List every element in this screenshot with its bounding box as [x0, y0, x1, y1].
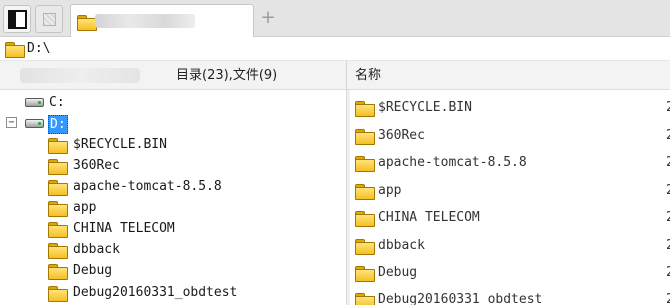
list-item-name: Debug20160331_obdtest	[378, 292, 543, 305]
sidebar-toggle-button[interactable]	[3, 5, 31, 33]
list-item-name: CHINA TELECOM	[378, 210, 480, 225]
folder-icon	[355, 211, 375, 227]
list-item-name: apache-tomcat-8.5.8	[378, 155, 527, 170]
drive-icon	[25, 98, 44, 107]
folder-icon	[48, 286, 68, 302]
list-item[interactable]: Debug 2	[350, 259, 670, 286]
list-item[interactable]: apache-tomcat-8.5.8 2	[350, 149, 670, 176]
file-list: $RECYCLE.BIN 2 360Rec 2 apache-tomcat-8.…	[350, 90, 670, 305]
list-item-name: $RECYCLE.BIN	[378, 100, 472, 115]
tree-item-label: Debug	[73, 263, 113, 278]
list-item[interactable]: 360Rec 2	[350, 122, 670, 149]
tree-item[interactable]: Debug	[0, 260, 346, 281]
tree-item-label: dbback	[73, 242, 120, 257]
tree-item[interactable]: CHINA TELECOM	[0, 218, 346, 239]
list-item-name: Debug	[378, 265, 418, 280]
folder-icon	[355, 129, 375, 145]
header-divider[interactable]	[346, 61, 347, 90]
folder-icon	[355, 293, 375, 305]
list-item-name: 360Rec	[378, 128, 425, 143]
tree-item-label: D:	[48, 115, 68, 134]
tree-item[interactable]: $RECYCLE.BIN	[0, 134, 346, 155]
sidebar-toggle-icon	[8, 10, 27, 29]
name-column-header[interactable]: 名称	[355, 67, 381, 84]
folder-icon	[355, 156, 375, 172]
tree-item-drive-d[interactable]: D:	[0, 113, 346, 134]
folder-icon	[48, 243, 68, 259]
address-bar[interactable]: D:\	[0, 37, 670, 61]
tree-item[interactable]: app	[0, 197, 346, 218]
folder-icon	[355, 239, 375, 255]
list-item[interactable]: CHINA TELECOM 2	[350, 204, 670, 231]
tree-item[interactable]: apache-tomcat-8.5.8	[0, 176, 346, 197]
list-item-date: 2	[666, 155, 670, 170]
directory-summary: 目录(23),文件(9)	[176, 68, 278, 83]
list-item-date: 2	[666, 128, 670, 143]
tree-item-label: app	[73, 200, 97, 215]
folder-icon	[355, 266, 375, 282]
tab-bar: +	[0, 0, 670, 38]
list-item[interactable]: app 2	[350, 177, 670, 204]
folder-icon	[48, 264, 68, 280]
folder-tree: C: − D: $RECYCLE.BIN 360Rec apache-tomca…	[0, 90, 346, 305]
list-item-date: 2	[666, 265, 670, 280]
list-item-date: 2	[666, 292, 670, 305]
tree-item-label: Debug20160331_obdtest	[73, 285, 238, 300]
list-item-date: 2	[666, 100, 670, 115]
list-item[interactable]: Debug20160331_obdtest 2	[350, 286, 670, 305]
folder-icon	[48, 180, 68, 196]
header-redacted	[20, 68, 140, 83]
blank-page-icon	[43, 13, 56, 26]
folder-icon	[5, 42, 25, 58]
list-item[interactable]: $RECYCLE.BIN 2	[350, 94, 670, 121]
address-path[interactable]: D:\	[27, 40, 50, 57]
folder-icon	[355, 184, 375, 200]
list-item-name: app	[378, 183, 402, 198]
folder-icon	[77, 15, 97, 31]
column-header-row: 目录(23),文件(9) 名称	[0, 61, 670, 90]
list-item-date: 2	[666, 210, 670, 225]
folder-icon	[48, 138, 68, 154]
folder-icon	[48, 222, 68, 238]
tab-title-redacted	[95, 14, 195, 28]
tree-item-label: 360Rec	[73, 158, 120, 173]
tree-item[interactable]: 360Rec	[0, 155, 346, 176]
tree-item-label: CHINA TELECOM	[73, 221, 175, 236]
list-item-name: dbback	[378, 238, 425, 253]
folder-icon	[355, 101, 375, 117]
tab-active[interactable]	[70, 4, 254, 38]
folder-icon	[48, 201, 68, 217]
tree-item-drive-c[interactable]: C:	[0, 92, 346, 113]
tree-item-label: C:	[49, 95, 65, 110]
tree-item[interactable]: Debug20160331_obdtest	[0, 282, 346, 303]
list-item-date: 2	[666, 238, 670, 253]
blank-tab-button[interactable]	[35, 5, 63, 33]
tree-item-label: apache-tomcat-8.5.8	[73, 179, 222, 194]
tree-item-label: $RECYCLE.BIN	[73, 137, 167, 152]
tree-item[interactable]: dbback	[0, 239, 346, 260]
add-tab-button[interactable]: +	[259, 7, 277, 29]
list-item-date: 2	[666, 183, 670, 198]
drive-icon	[25, 119, 44, 128]
list-item[interactable]: dbback 2	[350, 232, 670, 259]
folder-icon	[48, 159, 68, 175]
